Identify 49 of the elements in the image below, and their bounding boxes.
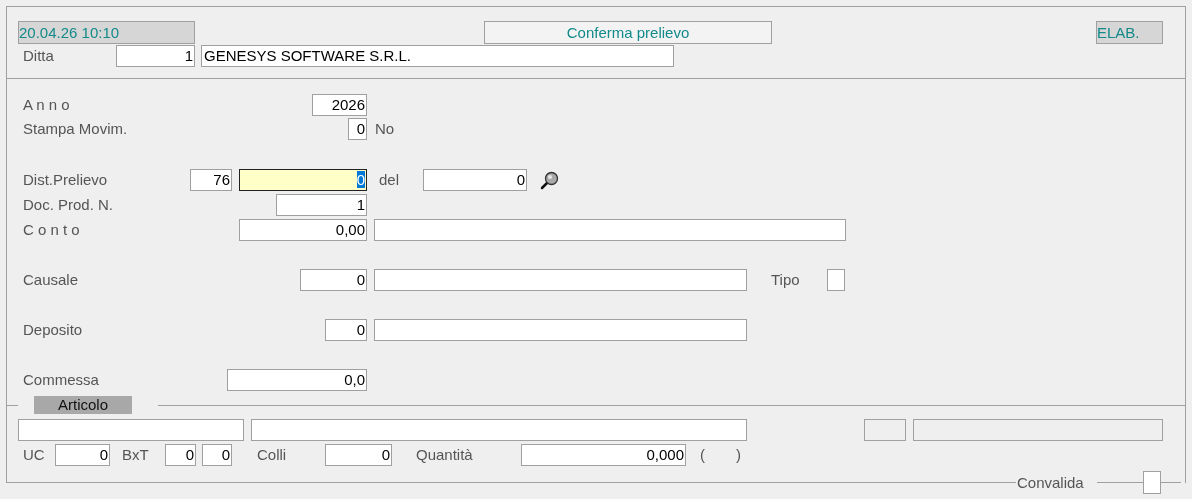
field-label: Colli [257, 445, 288, 465]
input-field[interactable]: 0,000 [521, 444, 686, 466]
input-field[interactable]: 0 [348, 118, 367, 140]
input-field[interactable]: 1 [276, 194, 367, 216]
input-field[interactable]: 2026 [312, 94, 367, 116]
section-tab[interactable]: Articolo [34, 396, 132, 414]
date-time-display: 20.04.26 10:10 [18, 20, 195, 44]
field-label: Quantità [416, 445, 474, 465]
status-indicator: ELAB. [1096, 20, 1163, 44]
parenthesis: ( [700, 445, 706, 465]
field-label: Ditta [23, 46, 55, 66]
input-field[interactable]: 0,0 [227, 369, 367, 391]
field-label: Dist.Prelievo [23, 170, 109, 190]
field-label: Convalida [1017, 472, 1085, 493]
checkbox[interactable] [1143, 471, 1161, 494]
display-box [864, 419, 906, 441]
input-field[interactable]: 0 [165, 444, 196, 466]
input-field[interactable]: 0 [423, 169, 527, 191]
value-text: No [375, 119, 396, 139]
field-label: Deposito [23, 320, 84, 340]
input-field[interactable]: 0,00 [239, 219, 367, 241]
field-label: Commessa [23, 370, 100, 390]
input-field[interactable]: 0 [239, 169, 367, 191]
input-field[interactable] [18, 419, 244, 441]
field-label: Causale [23, 270, 80, 290]
code-field[interactable]: 1 [116, 45, 195, 67]
search-icon[interactable] [540, 170, 559, 190]
field-label: A n n o [23, 95, 71, 115]
input-field[interactable] [374, 219, 846, 241]
input-field[interactable] [827, 269, 845, 291]
input-field[interactable] [251, 419, 747, 441]
input-field[interactable]: 0 [300, 269, 367, 291]
field-label: Doc. Prod. N. [23, 195, 115, 215]
window-title: Conferma prelievo [484, 20, 772, 44]
field-label: Stampa Movim. [23, 119, 129, 139]
field-label: del [379, 170, 401, 190]
input-field[interactable]: 76 [190, 169, 232, 191]
name-field[interactable]: GENESYS SOFTWARE S.R.L. [201, 45, 674, 67]
input-field[interactable]: 0 [55, 444, 110, 466]
field-label: BxT [122, 445, 150, 465]
field-label: Tipo [771, 270, 801, 290]
input-field[interactable] [374, 269, 747, 291]
field-label: C o n t o [23, 220, 81, 240]
input-field[interactable] [374, 319, 747, 341]
input-field[interactable]: 0 [325, 319, 367, 341]
parenthesis: ) [736, 445, 742, 465]
field-label: UC [23, 445, 46, 465]
input-field[interactable]: 0 [202, 444, 232, 466]
input-field[interactable]: 0 [325, 444, 392, 466]
